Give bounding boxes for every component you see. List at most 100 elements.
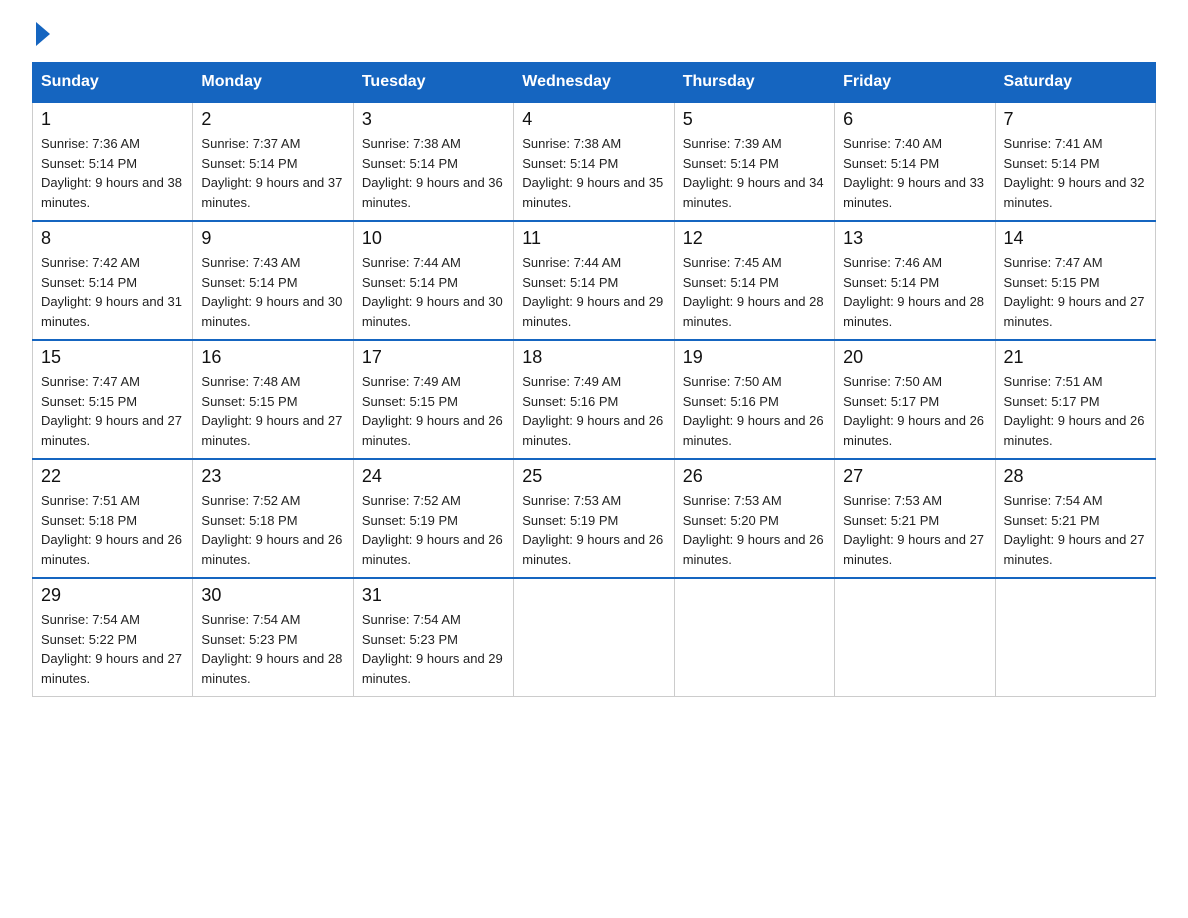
column-header-thursday: Thursday xyxy=(674,63,834,103)
calendar-cell xyxy=(835,578,995,697)
calendar-cell: 26 Sunrise: 7:53 AMSunset: 5:20 PMDayligh… xyxy=(674,459,834,578)
calendar-cell: 27 Sunrise: 7:53 AMSunset: 5:21 PMDayligh… xyxy=(835,459,995,578)
day-info: Sunrise: 7:49 AMSunset: 5:16 PMDaylight:… xyxy=(522,372,665,450)
day-number: 7 xyxy=(1004,109,1147,130)
day-number: 23 xyxy=(201,466,344,487)
day-number: 28 xyxy=(1004,466,1147,487)
day-info: Sunrise: 7:48 AMSunset: 5:15 PMDaylight:… xyxy=(201,372,344,450)
day-info: Sunrise: 7:52 AMSunset: 5:18 PMDaylight:… xyxy=(201,491,344,569)
calendar-cell: 18 Sunrise: 7:49 AMSunset: 5:16 PMDayligh… xyxy=(514,340,674,459)
day-number: 18 xyxy=(522,347,665,368)
day-info: Sunrise: 7:38 AMSunset: 5:14 PMDaylight:… xyxy=(362,134,505,212)
column-header-wednesday: Wednesday xyxy=(514,63,674,103)
calendar-cell: 12Sunrise: 7:45 AMSunset: 5:14 PMDayligh… xyxy=(674,221,834,340)
day-info: Sunrise: 7:41 AMSunset: 5:14 PMDaylight:… xyxy=(1004,134,1147,212)
column-header-saturday: Saturday xyxy=(995,63,1155,103)
day-info: Sunrise: 7:54 AMSunset: 5:22 PMDaylight:… xyxy=(41,610,184,688)
calendar-cell: 9 Sunrise: 7:43 AMSunset: 5:14 PMDaylight… xyxy=(193,221,353,340)
calendar-cell: 23 Sunrise: 7:52 AMSunset: 5:18 PMDayligh… xyxy=(193,459,353,578)
day-number: 14 xyxy=(1004,228,1147,249)
calendar-week-row: 1 Sunrise: 7:36 AMSunset: 5:14 PMDaylight… xyxy=(33,102,1156,221)
column-header-sunday: Sunday xyxy=(33,63,193,103)
day-number: 31 xyxy=(362,585,505,606)
calendar-cell: 3 Sunrise: 7:38 AMSunset: 5:14 PMDaylight… xyxy=(353,102,513,221)
calendar-cell: 16 Sunrise: 7:48 AMSunset: 5:15 PMDayligh… xyxy=(193,340,353,459)
calendar-cell: 20 Sunrise: 7:50 AMSunset: 5:17 PMDayligh… xyxy=(835,340,995,459)
calendar-cell: 28Sunrise: 7:54 AMSunset: 5:21 PMDayligh… xyxy=(995,459,1155,578)
calendar-cell: 31 Sunrise: 7:54 AMSunset: 5:23 PMDayligh… xyxy=(353,578,513,697)
column-header-tuesday: Tuesday xyxy=(353,63,513,103)
day-number: 20 xyxy=(843,347,986,368)
day-info: Sunrise: 7:45 AMSunset: 5:14 PMDaylight:… xyxy=(683,253,826,331)
day-info: Sunrise: 7:51 AMSunset: 5:17 PMDaylight:… xyxy=(1004,372,1147,450)
calendar-cell: 29 Sunrise: 7:54 AMSunset: 5:22 PMDayligh… xyxy=(33,578,193,697)
day-info: Sunrise: 7:44 AMSunset: 5:14 PMDaylight:… xyxy=(362,253,505,331)
column-header-monday: Monday xyxy=(193,63,353,103)
day-number: 25 xyxy=(522,466,665,487)
calendar-cell: 5Sunrise: 7:39 AMSunset: 5:14 PMDaylight… xyxy=(674,102,834,221)
calendar-cell: 10 Sunrise: 7:44 AMSunset: 5:14 PMDayligh… xyxy=(353,221,513,340)
logo-arrow-icon xyxy=(36,22,50,46)
calendar-cell: 14 Sunrise: 7:47 AMSunset: 5:15 PMDayligh… xyxy=(995,221,1155,340)
day-number: 24 xyxy=(362,466,505,487)
day-number: 15 xyxy=(41,347,184,368)
calendar-week-row: 8 Sunrise: 7:42 AMSunset: 5:14 PMDaylight… xyxy=(33,221,1156,340)
day-number: 21 xyxy=(1004,347,1147,368)
day-number: 19 xyxy=(683,347,826,368)
day-info: Sunrise: 7:53 AMSunset: 5:19 PMDaylight:… xyxy=(522,491,665,569)
day-info: Sunrise: 7:52 AMSunset: 5:19 PMDaylight:… xyxy=(362,491,505,569)
day-number: 6 xyxy=(843,109,986,130)
calendar-table: SundayMondayTuesdayWednesdayThursdayFrid… xyxy=(32,62,1156,697)
calendar-week-row: 29 Sunrise: 7:54 AMSunset: 5:22 PMDayligh… xyxy=(33,578,1156,697)
calendar-header-row: SundayMondayTuesdayWednesdayThursdayFrid… xyxy=(33,63,1156,103)
calendar-cell: 17 Sunrise: 7:49 AMSunset: 5:15 PMDayligh… xyxy=(353,340,513,459)
day-info: Sunrise: 7:47 AMSunset: 5:15 PMDaylight:… xyxy=(41,372,184,450)
day-info: Sunrise: 7:53 AMSunset: 5:20 PMDaylight:… xyxy=(683,491,826,569)
day-info: Sunrise: 7:54 AMSunset: 5:23 PMDaylight:… xyxy=(362,610,505,688)
calendar-cell: 2 Sunrise: 7:37 AMSunset: 5:14 PMDaylight… xyxy=(193,102,353,221)
day-info: Sunrise: 7:44 AMSunset: 5:14 PMDaylight:… xyxy=(522,253,665,331)
day-info: Sunrise: 7:38 AMSunset: 5:14 PMDaylight:… xyxy=(522,134,665,212)
day-number: 30 xyxy=(201,585,344,606)
calendar-cell: 7 Sunrise: 7:41 AMSunset: 5:14 PMDaylight… xyxy=(995,102,1155,221)
day-number: 27 xyxy=(843,466,986,487)
day-number: 10 xyxy=(362,228,505,249)
calendar-cell xyxy=(514,578,674,697)
day-number: 2 xyxy=(201,109,344,130)
day-number: 13 xyxy=(843,228,986,249)
day-info: Sunrise: 7:36 AMSunset: 5:14 PMDaylight:… xyxy=(41,134,184,212)
column-header-friday: Friday xyxy=(835,63,995,103)
calendar-cell: 15 Sunrise: 7:47 AMSunset: 5:15 PMDayligh… xyxy=(33,340,193,459)
day-info: Sunrise: 7:39 AMSunset: 5:14 PMDaylight:… xyxy=(683,134,826,212)
day-info: Sunrise: 7:46 AMSunset: 5:14 PMDaylight:… xyxy=(843,253,986,331)
day-number: 1 xyxy=(41,109,184,130)
day-info: Sunrise: 7:51 AMSunset: 5:18 PMDaylight:… xyxy=(41,491,184,569)
day-info: Sunrise: 7:50 AMSunset: 5:17 PMDaylight:… xyxy=(843,372,986,450)
calendar-cell: 22 Sunrise: 7:51 AMSunset: 5:18 PMDayligh… xyxy=(33,459,193,578)
day-number: 29 xyxy=(41,585,184,606)
day-info: Sunrise: 7:43 AMSunset: 5:14 PMDaylight:… xyxy=(201,253,344,331)
day-info: Sunrise: 7:47 AMSunset: 5:15 PMDaylight:… xyxy=(1004,253,1147,331)
day-info: Sunrise: 7:50 AMSunset: 5:16 PMDaylight:… xyxy=(683,372,826,450)
calendar-week-row: 22 Sunrise: 7:51 AMSunset: 5:18 PMDayligh… xyxy=(33,459,1156,578)
day-number: 9 xyxy=(201,228,344,249)
calendar-week-row: 15 Sunrise: 7:47 AMSunset: 5:15 PMDayligh… xyxy=(33,340,1156,459)
calendar-cell xyxy=(674,578,834,697)
calendar-cell: 30 Sunrise: 7:54 AMSunset: 5:23 PMDayligh… xyxy=(193,578,353,697)
day-number: 8 xyxy=(41,228,184,249)
day-number: 22 xyxy=(41,466,184,487)
day-number: 17 xyxy=(362,347,505,368)
day-number: 3 xyxy=(362,109,505,130)
day-number: 16 xyxy=(201,347,344,368)
day-info: Sunrise: 7:37 AMSunset: 5:14 PMDaylight:… xyxy=(201,134,344,212)
day-info: Sunrise: 7:53 AMSunset: 5:21 PMDaylight:… xyxy=(843,491,986,569)
day-number: 26 xyxy=(683,466,826,487)
day-info: Sunrise: 7:49 AMSunset: 5:15 PMDaylight:… xyxy=(362,372,505,450)
calendar-cell: 11Sunrise: 7:44 AMSunset: 5:14 PMDayligh… xyxy=(514,221,674,340)
day-info: Sunrise: 7:42 AMSunset: 5:14 PMDaylight:… xyxy=(41,253,184,331)
day-info: Sunrise: 7:54 AMSunset: 5:23 PMDaylight:… xyxy=(201,610,344,688)
calendar-cell: 25 Sunrise: 7:53 AMSunset: 5:19 PMDayligh… xyxy=(514,459,674,578)
calendar-cell: 19 Sunrise: 7:50 AMSunset: 5:16 PMDayligh… xyxy=(674,340,834,459)
day-info: Sunrise: 7:40 AMSunset: 5:14 PMDaylight:… xyxy=(843,134,986,212)
calendar-cell: 21 Sunrise: 7:51 AMSunset: 5:17 PMDayligh… xyxy=(995,340,1155,459)
